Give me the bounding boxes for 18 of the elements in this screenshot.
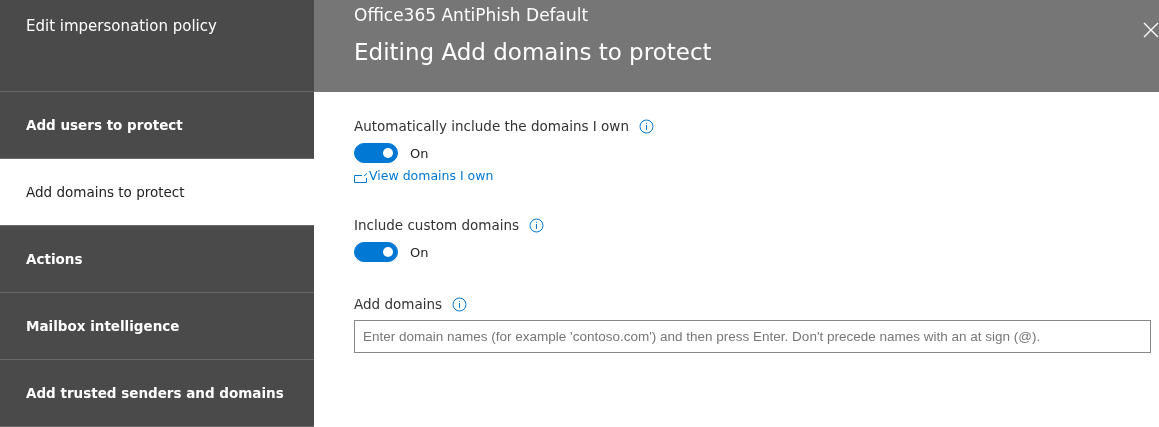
toggle-switch[interactable] xyxy=(354,242,398,262)
popout-icon xyxy=(354,173,368,183)
setting-label: Include custom domains xyxy=(354,217,520,233)
view-domains-link[interactable]: View domains I own xyxy=(354,168,494,183)
toggle-state: On xyxy=(410,244,429,260)
domain-input-field[interactable]: Enter domain names (for example 'contoso.com') and then press Enter. Don't precede names with an at sign (@). xyxy=(354,320,1151,353)
panel-title: Editing Add domains to protect xyxy=(354,39,713,65)
field-label: Add domains xyxy=(354,296,443,312)
info-icon[interactable] xyxy=(529,217,545,233)
info-icon[interactable] xyxy=(452,296,468,312)
toggle-state: On xyxy=(410,145,429,161)
setting-label: Automatically include the domains I own xyxy=(354,118,629,134)
close-icon[interactable] xyxy=(1143,22,1159,38)
toggle-switch[interactable] xyxy=(354,143,398,163)
policy-name: Office365 AntiPhish Default xyxy=(354,5,590,25)
sidebar-item[interactable]: Add domains to protect xyxy=(0,159,314,226)
info-icon[interactable] xyxy=(638,118,654,134)
sidebar-heading: Edit impersonation policy xyxy=(26,17,217,35)
